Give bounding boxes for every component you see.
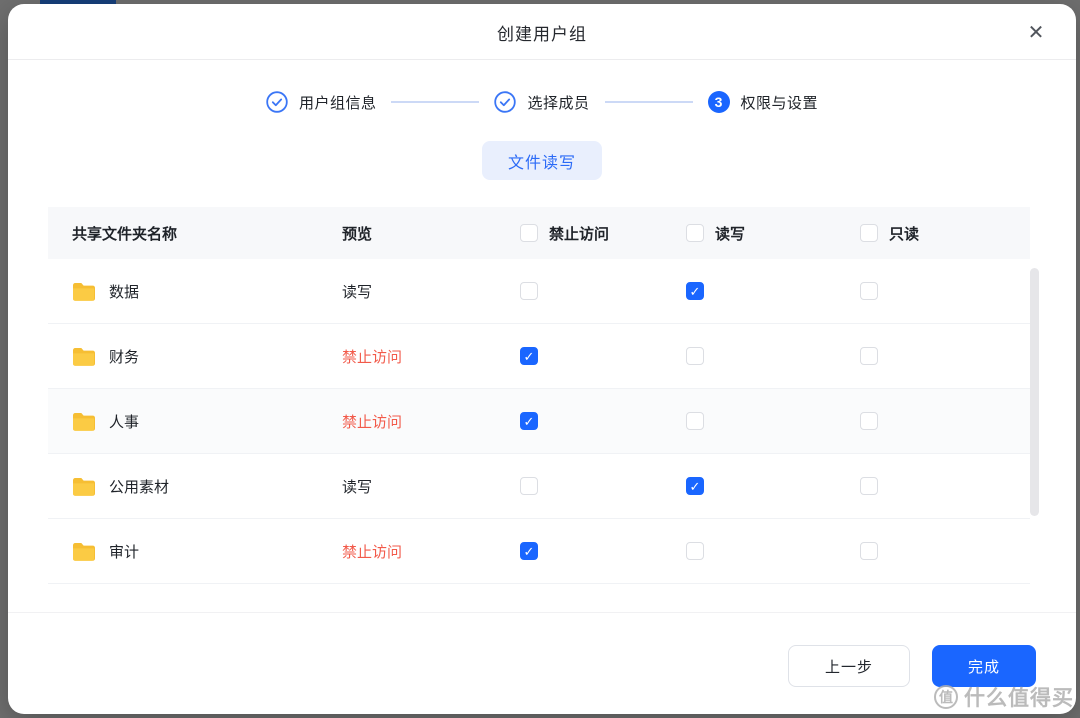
step-connector — [605, 101, 693, 103]
footer-divider — [8, 612, 1076, 613]
preview-status: 读写 — [342, 284, 372, 301]
step-connector — [391, 101, 479, 103]
tab-file-readwrite[interactable]: 文件读写 — [482, 141, 602, 180]
stepper: 用户组信息 选择成员 3 权限与设置 — [8, 86, 1076, 118]
create-user-group-dialog: 创建用户组 ✕ 用户组信息 选择成员 3 权限与设置 文件读写 共享文件夹名称 — [8, 4, 1076, 714]
folder-icon — [72, 542, 95, 561]
folder-icon — [72, 282, 95, 301]
header-readwrite-checkbox[interactable] — [686, 224, 704, 242]
scrollbar-thumb[interactable] — [1030, 268, 1039, 516]
previous-step-button[interactable]: 上一步 — [788, 645, 910, 687]
dialog-footer: 上一步 完成 — [788, 645, 1036, 687]
preview-status: 读写 — [342, 479, 372, 496]
readonly-checkbox[interactable] — [860, 347, 878, 365]
folder-name: 审计 — [109, 541, 139, 562]
folder-icon — [72, 477, 95, 496]
step-label: 用户组信息 — [299, 92, 377, 113]
readwrite-checkbox[interactable] — [686, 282, 704, 300]
forbid-checkbox[interactable] — [520, 412, 538, 430]
preview-status: 禁止访问 — [342, 544, 402, 561]
step-user-group-info: 用户组信息 — [266, 91, 377, 113]
column-header-forbid: 禁止访问 — [549, 223, 609, 244]
table-row: 财务 禁止访问 — [48, 324, 1030, 389]
folder-name: 数据 — [109, 281, 139, 302]
folder-icon — [72, 412, 95, 431]
step-done-check-icon — [494, 91, 516, 113]
close-icon[interactable]: ✕ — [1022, 18, 1050, 46]
step-label: 权限与设置 — [741, 92, 819, 113]
readwrite-checkbox[interactable] — [686, 477, 704, 495]
preview-status: 禁止访问 — [342, 349, 402, 366]
step-label: 选择成员 — [527, 92, 589, 113]
column-header-preview: 预览 — [342, 223, 520, 244]
finish-button[interactable]: 完成 — [932, 645, 1036, 687]
folder-name: 财务 — [109, 346, 139, 367]
table-header-row: 共享文件夹名称 预览 禁止访问 读写 只读 — [48, 207, 1030, 259]
step-done-check-icon — [266, 91, 288, 113]
folder-name: 人事 — [109, 411, 139, 432]
table-row: 审计 禁止访问 — [48, 519, 1030, 584]
readwrite-checkbox[interactable] — [686, 412, 704, 430]
dialog-header: 创建用户组 ✕ — [8, 4, 1076, 60]
table-row: 人事 禁止访问 — [48, 389, 1030, 454]
readonly-checkbox[interactable] — [860, 477, 878, 495]
column-header-folder-name: 共享文件夹名称 — [48, 223, 342, 244]
preview-status: 禁止访问 — [342, 414, 402, 431]
step-number-badge: 3 — [708, 91, 730, 113]
readonly-checkbox[interactable] — [860, 412, 878, 430]
step-select-members: 选择成员 — [494, 91, 589, 113]
readwrite-checkbox[interactable] — [686, 347, 704, 365]
dialog-title: 创建用户组 — [8, 4, 1076, 60]
header-forbid-checkbox[interactable] — [520, 224, 538, 242]
table-row: 数据 读写 — [48, 259, 1030, 324]
column-header-readwrite: 读写 — [715, 223, 745, 244]
readwrite-checkbox[interactable] — [686, 542, 704, 560]
forbid-checkbox[interactable] — [520, 542, 538, 560]
table-row: 公用素材 读写 — [48, 454, 1030, 519]
header-readonly-checkbox[interactable] — [860, 224, 878, 242]
step-permissions-settings: 3 权限与设置 — [708, 91, 819, 113]
permission-table: 共享文件夹名称 预览 禁止访问 读写 只读 数据 — [48, 207, 1030, 584]
readonly-checkbox[interactable] — [860, 282, 878, 300]
column-header-readonly: 只读 — [889, 223, 919, 244]
folder-icon — [72, 347, 95, 366]
forbid-checkbox[interactable] — [520, 347, 538, 365]
folder-name: 公用素材 — [109, 476, 169, 497]
forbid-checkbox[interactable] — [520, 477, 538, 495]
forbid-checkbox[interactable] — [520, 282, 538, 300]
readonly-checkbox[interactable] — [860, 542, 878, 560]
